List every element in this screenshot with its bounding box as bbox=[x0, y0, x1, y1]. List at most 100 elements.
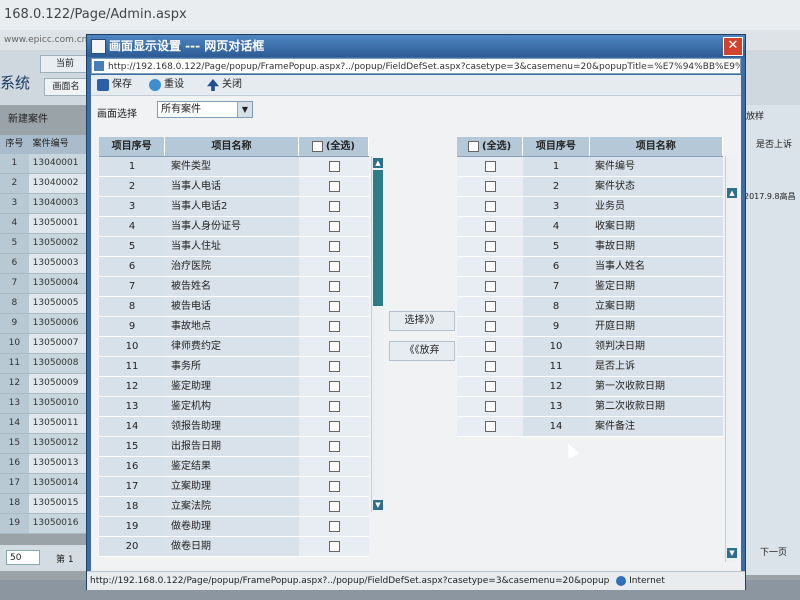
selected-checkbox[interactable] bbox=[484, 280, 496, 292]
select-fields-button[interactable]: 选择》》 bbox=[389, 311, 455, 331]
selected-field-row[interactable]: 5 事故日期 bbox=[457, 237, 723, 257]
available-field-row[interactable]: 11 事务所 bbox=[99, 357, 369, 377]
select-all-checkbox[interactable] bbox=[311, 141, 323, 152]
bg-table-row[interactable]: 10 13050007 bbox=[0, 334, 90, 354]
field-checkbox[interactable] bbox=[328, 240, 340, 252]
scroll-up-icon[interactable]: ▲ bbox=[373, 158, 383, 168]
selected-checkbox-cell[interactable] bbox=[457, 157, 523, 176]
selected-checkbox[interactable] bbox=[484, 220, 496, 232]
available-field-row[interactable]: 2 当事人电话 bbox=[99, 177, 369, 197]
available-field-row[interactable]: 1 案件类型 bbox=[99, 157, 369, 177]
selected-field-row[interactable]: 13 第二次收款日期 bbox=[457, 397, 723, 417]
field-checkbox-cell[interactable] bbox=[299, 337, 369, 356]
available-field-row[interactable]: 18 立案法院 bbox=[99, 497, 369, 517]
select-all-right-checkbox[interactable] bbox=[468, 141, 480, 152]
field-checkbox[interactable] bbox=[328, 160, 340, 172]
left-scroll-thumb[interactable] bbox=[373, 170, 383, 306]
screen-select[interactable]: 所有案件 ▼ bbox=[157, 101, 253, 118]
bg-filter[interactable]: 放样 bbox=[746, 109, 764, 122]
bg-table-row[interactable]: 8 13050005 bbox=[0, 294, 90, 314]
scroll-down-icon[interactable]: ▼ bbox=[373, 500, 383, 510]
available-field-row[interactable]: 10 律师费约定 bbox=[99, 337, 369, 357]
field-checkbox-cell[interactable] bbox=[299, 497, 369, 516]
selected-field-row[interactable]: 6 当事人姓名 bbox=[457, 257, 723, 277]
field-checkbox-cell[interactable] bbox=[299, 157, 369, 176]
available-field-row[interactable]: 16 鉴定结果 bbox=[99, 457, 369, 477]
save-button[interactable]: 保存 bbox=[97, 78, 132, 92]
selected-checkbox[interactable] bbox=[484, 240, 496, 252]
selected-checkbox-cell[interactable] bbox=[457, 397, 523, 416]
available-field-row[interactable]: 3 当事人电话2 bbox=[99, 197, 369, 217]
selected-field-row[interactable]: 14 案件备注 bbox=[457, 417, 723, 437]
available-field-row[interactable]: 8 被告电话 bbox=[99, 297, 369, 317]
field-checkbox[interactable] bbox=[328, 200, 340, 212]
field-checkbox[interactable] bbox=[328, 280, 340, 292]
field-checkbox-cell[interactable] bbox=[299, 277, 369, 296]
selected-checkbox-cell[interactable] bbox=[457, 217, 523, 236]
available-field-row[interactable]: 5 当事人住址 bbox=[99, 237, 369, 257]
available-field-row[interactable]: 6 治疗医院 bbox=[99, 257, 369, 277]
available-field-row[interactable]: 14 领报告助理 bbox=[99, 417, 369, 437]
selected-checkbox-cell[interactable] bbox=[457, 337, 523, 356]
selected-checkbox-cell[interactable] bbox=[457, 197, 523, 216]
bg-table-row[interactable]: 9 13050006 bbox=[0, 314, 90, 334]
selected-field-row[interactable]: 10 领判决日期 bbox=[457, 337, 723, 357]
selected-checkbox[interactable] bbox=[484, 340, 496, 352]
reset-button[interactable]: 重设 bbox=[149, 78, 184, 92]
selected-field-row[interactable]: 7 鉴定日期 bbox=[457, 277, 723, 297]
page-size-select[interactable]: 50 bbox=[6, 550, 40, 565]
bg-table-row[interactable]: 19 13050016 bbox=[0, 514, 90, 534]
address-bar[interactable]: 168.0.122/Page/Admin.aspx bbox=[0, 0, 800, 30]
bg-table-row[interactable]: 17 13050014 bbox=[0, 474, 90, 494]
selected-checkbox-cell[interactable] bbox=[457, 277, 523, 296]
bg-table-row[interactable]: 4 13050001 bbox=[0, 214, 90, 234]
field-checkbox-cell[interactable] bbox=[299, 177, 369, 196]
bg-table-row[interactable]: 5 13050002 bbox=[0, 234, 90, 254]
right-scroll-down-icon[interactable]: ▼ bbox=[727, 548, 737, 558]
field-checkbox[interactable] bbox=[328, 380, 340, 392]
bg-table-row[interactable]: 3 13040003 bbox=[0, 194, 90, 214]
tab-current[interactable]: 当前 bbox=[40, 55, 90, 73]
field-checkbox[interactable] bbox=[328, 400, 340, 412]
selected-field-row[interactable]: 3 业务员 bbox=[457, 197, 723, 217]
field-checkbox-cell[interactable] bbox=[299, 377, 369, 396]
field-checkbox[interactable] bbox=[328, 420, 340, 432]
field-checkbox-cell[interactable] bbox=[299, 317, 369, 336]
available-field-row[interactable]: 9 事故地点 bbox=[99, 317, 369, 337]
selected-checkbox[interactable] bbox=[484, 180, 496, 192]
remove-fields-button[interactable]: 《《放弃 bbox=[389, 341, 455, 361]
selected-checkbox-cell[interactable] bbox=[457, 317, 523, 336]
left-scrollbar[interactable]: ▲ ▼ bbox=[371, 156, 384, 512]
selected-field-row[interactable]: 4 收案日期 bbox=[457, 217, 723, 237]
selected-field-row[interactable]: 9 开庭日期 bbox=[457, 317, 723, 337]
field-checkbox-cell[interactable] bbox=[299, 297, 369, 316]
selected-checkbox-cell[interactable] bbox=[457, 257, 523, 276]
selected-field-row[interactable]: 1 案件编号 bbox=[457, 157, 723, 177]
bg-table-row[interactable]: 6 13050003 bbox=[0, 254, 90, 274]
field-checkbox[interactable] bbox=[328, 220, 340, 232]
bg-table-row[interactable]: 12 13050009 bbox=[0, 374, 90, 394]
selected-checkbox[interactable] bbox=[484, 320, 496, 332]
field-checkbox-cell[interactable] bbox=[299, 477, 369, 496]
available-field-row[interactable]: 19 做卷助理 bbox=[99, 517, 369, 537]
field-checkbox-cell[interactable] bbox=[299, 517, 369, 536]
field-checkbox-cell[interactable] bbox=[299, 437, 369, 456]
field-checkbox[interactable] bbox=[328, 340, 340, 352]
field-checkbox[interactable] bbox=[328, 440, 340, 452]
selected-checkbox-cell[interactable] bbox=[457, 237, 523, 256]
close-icon[interactable]: ✕ bbox=[723, 37, 743, 56]
field-checkbox[interactable] bbox=[328, 480, 340, 492]
selected-field-row[interactable]: 8 立案日期 bbox=[457, 297, 723, 317]
close-button[interactable]: 关闭 bbox=[207, 78, 242, 92]
next-page-link[interactable]: 下一页 bbox=[760, 545, 787, 558]
available-field-row[interactable]: 13 鉴定机构 bbox=[99, 397, 369, 417]
field-checkbox[interactable] bbox=[328, 500, 340, 512]
field-checkbox-cell[interactable] bbox=[299, 417, 369, 436]
field-checkbox-cell[interactable] bbox=[299, 197, 369, 216]
field-checkbox[interactable] bbox=[328, 540, 340, 552]
bg-table-row[interactable]: 15 13050012 bbox=[0, 434, 90, 454]
right-scrollbar[interactable]: ▲ ▼ bbox=[725, 156, 738, 562]
bg-table-row[interactable]: 14 13050011 bbox=[0, 414, 90, 434]
selected-checkbox-cell[interactable] bbox=[457, 357, 523, 376]
available-field-row[interactable]: 15 出报告日期 bbox=[99, 437, 369, 457]
